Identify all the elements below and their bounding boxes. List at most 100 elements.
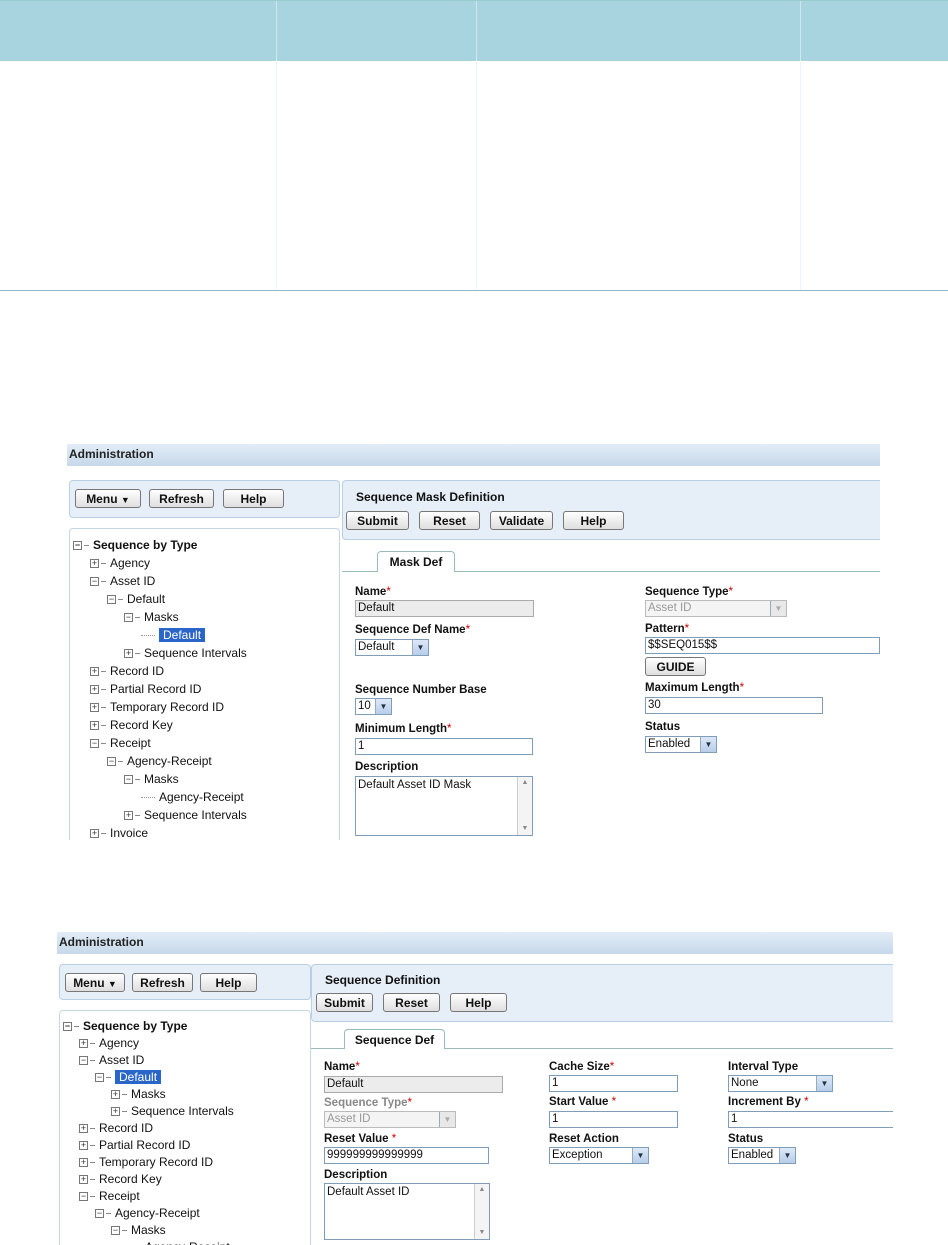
collapse-icon[interactable]: − — [124, 775, 133, 785]
sequence-number-base-select[interactable]: 10 ▼ — [355, 698, 392, 715]
refresh-button[interactable]: Refresh — [132, 973, 193, 992]
expand-icon[interactable]: + — [124, 649, 133, 659]
tree-node[interactable]: + Agency — [90, 555, 150, 571]
collapse-icon[interactable]: − — [90, 739, 99, 749]
tree-node[interactable]: − Receipt — [79, 1188, 140, 1204]
status-select[interactable]: Enabled ▼ — [645, 736, 717, 753]
scroll-up-icon[interactable]: ▲ — [475, 1184, 489, 1196]
description-textarea[interactable]: Default Asset ID ▲ ▼ — [324, 1183, 490, 1240]
status-select[interactable]: Enabled ▼ — [728, 1147, 796, 1164]
tree-node[interactable]: + Partial Record ID — [79, 1137, 190, 1153]
tree-node[interactable]: − Sequence by Type — [73, 537, 197, 553]
validate-button[interactable]: Validate — [490, 511, 553, 530]
expand-icon[interactable]: + — [79, 1141, 88, 1151]
tree-node[interactable]: + Record ID — [79, 1120, 153, 1136]
guide-button[interactable]: GUIDE — [645, 657, 706, 676]
scrollbar[interactable]: ▲ ▼ — [517, 777, 532, 835]
reset-action-select[interactable]: Exception ▼ — [549, 1147, 649, 1164]
sequence-def-name-select[interactable]: Default ▼ — [355, 639, 429, 656]
pattern-field[interactable]: $$SEQ015$$ — [645, 637, 880, 654]
tree-node[interactable]: − Masks — [111, 1222, 166, 1238]
tree-node[interactable]: − Masks — [124, 609, 179, 625]
collapse-icon[interactable]: − — [124, 613, 133, 623]
cache-size-field[interactable]: 1 — [549, 1075, 678, 1092]
name-field[interactable]: Default — [355, 600, 534, 617]
tree-node[interactable]: − Default — [107, 591, 165, 607]
tree-node[interactable]: − Masks — [124, 771, 179, 787]
help-button[interactable]: Help — [223, 489, 284, 508]
help-button[interactable]: Help — [563, 511, 624, 530]
help-button[interactable]: Help — [450, 993, 507, 1012]
tree-node[interactable]: − Default — [95, 1069, 162, 1085]
collapse-icon[interactable]: − — [107, 757, 116, 767]
tree-node[interactable]: − Agency-Receipt — [95, 1205, 200, 1221]
increment-by-field[interactable]: 1 — [728, 1111, 893, 1128]
tree-node[interactable]: − Sequence by Type — [63, 1018, 187, 1034]
collapse-icon[interactable]: − — [73, 541, 82, 551]
collapse-icon[interactable]: − — [63, 1022, 72, 1032]
tree-node[interactable]: + Record ID — [90, 663, 164, 679]
expand-icon[interactable]: + — [90, 703, 99, 713]
collapse-icon[interactable]: − — [79, 1056, 88, 1066]
expand-icon[interactable]: + — [79, 1124, 88, 1134]
tree-node[interactable]: + Sequence Intervals — [111, 1103, 234, 1119]
sequence-type-select[interactable]: Asset ID ▼ — [324, 1111, 456, 1128]
collapse-icon[interactable]: − — [95, 1209, 104, 1219]
expand-icon[interactable]: + — [90, 667, 99, 677]
submit-button[interactable]: Submit — [316, 993, 373, 1012]
expand-icon[interactable]: + — [90, 559, 99, 569]
collapse-icon[interactable]: − — [95, 1073, 104, 1083]
refresh-button[interactable]: Refresh — [149, 489, 214, 508]
scroll-down-icon[interactable]: ▼ — [518, 823, 532, 835]
collapse-icon[interactable]: − — [90, 577, 99, 587]
expand-icon[interactable]: + — [79, 1175, 88, 1185]
expand-icon[interactable]: + — [111, 1090, 120, 1100]
tree-node[interactable]: + Partial Record ID — [90, 681, 201, 697]
start-value-field[interactable]: 1 — [549, 1111, 678, 1128]
minimum-length-field[interactable]: 1 — [355, 738, 533, 755]
tree-node[interactable]: + Temporary Record ID — [90, 699, 224, 715]
tab-mask-def[interactable]: Mask Def — [377, 551, 455, 572]
collapse-icon[interactable]: − — [111, 1226, 120, 1236]
sequence-type-select[interactable]: Asset ID ▼ — [645, 600, 787, 617]
tree-node[interactable]: + Record Key — [90, 717, 173, 733]
tab-sequence-def[interactable]: Sequence Def — [344, 1029, 445, 1050]
expand-icon[interactable]: + — [79, 1158, 88, 1168]
scroll-down-icon[interactable]: ▼ — [475, 1227, 489, 1239]
tree-node[interactable]: + Agency — [79, 1035, 139, 1051]
name-field[interactable]: Default — [324, 1076, 503, 1093]
tree-node[interactable]: Agency-Receipt — [127, 1239, 230, 1245]
maximum-length-field[interactable]: 30 — [645, 697, 823, 714]
expand-icon[interactable]: + — [90, 685, 99, 695]
menu-button[interactable]: Menu ▼ — [75, 489, 141, 508]
submit-button[interactable]: Submit — [346, 511, 409, 530]
expand-icon[interactable]: + — [79, 1039, 88, 1049]
tree-node[interactable]: Default — [141, 627, 206, 643]
reset-button[interactable]: Reset — [419, 511, 480, 530]
scrollbar[interactable]: ▲ ▼ — [474, 1184, 489, 1239]
expand-icon[interactable]: + — [124, 811, 133, 821]
description-textarea[interactable]: Default Asset ID Mask ▲ ▼ — [355, 776, 533, 836]
interval-type-select[interactable]: None ▼ — [728, 1075, 833, 1092]
tree-node[interactable]: − Receipt — [90, 735, 151, 751]
tree-node[interactable]: − Asset ID — [79, 1052, 144, 1068]
tree-node[interactable]: + Temporary Record ID — [79, 1154, 213, 1170]
expand-icon[interactable]: + — [111, 1107, 120, 1117]
tree-node[interactable]: + Invoice — [90, 825, 148, 840]
tree-node[interactable]: − Asset ID — [90, 573, 155, 589]
help-button[interactable]: Help — [200, 973, 257, 992]
reset-button[interactable]: Reset — [383, 993, 440, 1012]
tree-node[interactable]: Agency-Receipt — [141, 789, 244, 805]
reset-value-field[interactable]: 999999999999999 — [324, 1147, 489, 1164]
tree-node[interactable]: − Agency-Receipt — [107, 753, 212, 769]
tree-node[interactable]: + Record Key — [79, 1171, 162, 1187]
tree-node[interactable]: + Sequence Intervals — [124, 645, 247, 661]
collapse-icon[interactable]: − — [107, 595, 116, 605]
menu-button[interactable]: Menu ▼ — [65, 973, 125, 992]
expand-icon[interactable]: + — [90, 829, 99, 839]
expand-icon[interactable]: + — [90, 721, 99, 731]
collapse-icon[interactable]: − — [79, 1192, 88, 1202]
tree-node[interactable]: + Sequence Intervals — [124, 807, 247, 823]
scroll-up-icon[interactable]: ▲ — [518, 777, 532, 789]
tree-node[interactable]: + Masks — [111, 1086, 166, 1102]
